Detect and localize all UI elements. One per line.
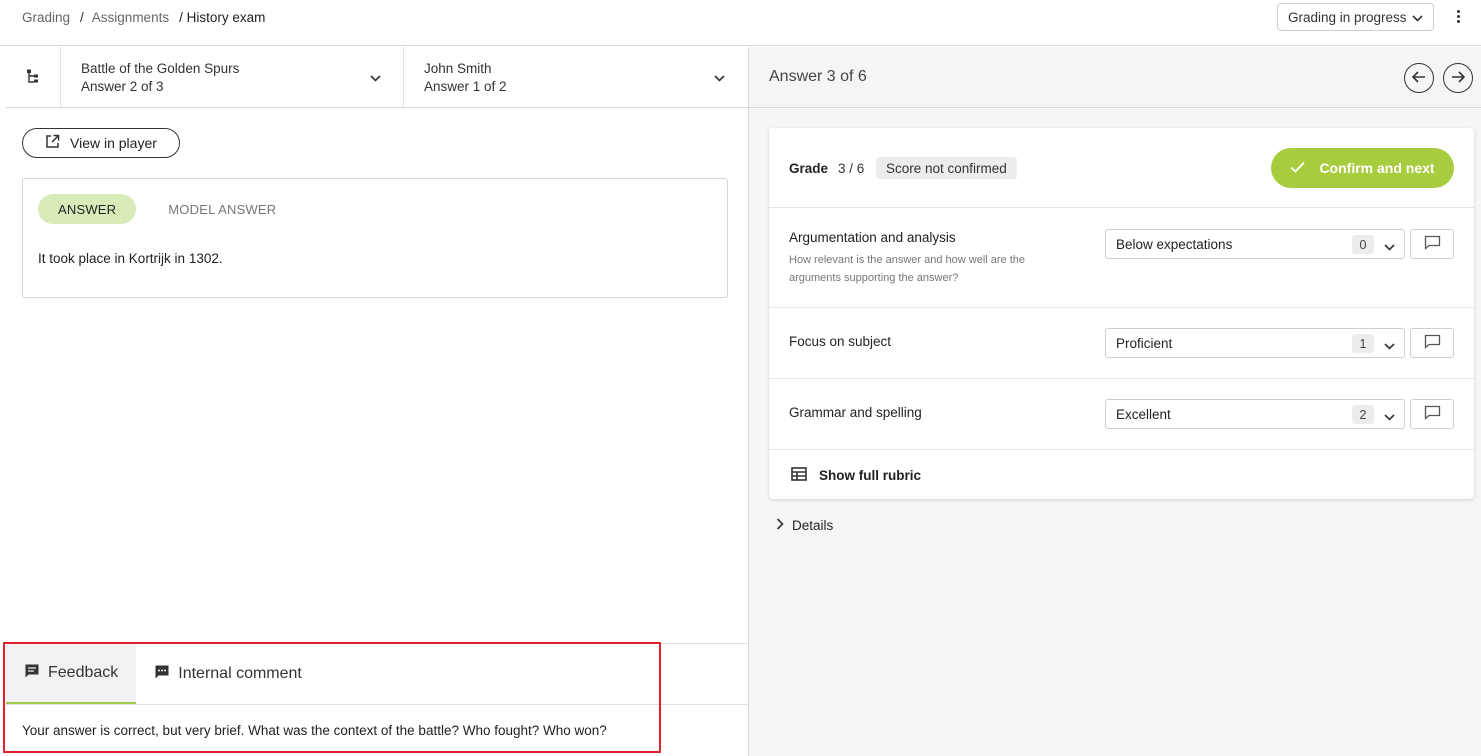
criterion-comment-button[interactable] [1410, 229, 1454, 259]
question-select[interactable]: Battle of the Golden Spurs Answer 2 of 3 [81, 47, 404, 107]
grade-card: Grade 3 / 6 Score not confirmed Confirm … [769, 128, 1474, 499]
comment-bubble-icon [1424, 235, 1441, 253]
comment-bubble-icon [1424, 405, 1441, 423]
confirm-and-next-button[interactable]: Confirm and next [1271, 148, 1454, 188]
chevron-down-icon [1384, 338, 1395, 353]
details-toggle[interactable]: Details [776, 518, 833, 533]
feedback-panel: Feedback Internal comment Your answer is… [6, 643, 748, 756]
view-in-player-label: View in player [70, 135, 157, 151]
tab-model-answer[interactable]: MODEL ANSWER [148, 194, 296, 224]
answer-card: ANSWER MODEL ANSWER It took place in Kor… [22, 178, 728, 298]
tree-structure-icon [25, 68, 41, 87]
chevron-down-icon [370, 69, 381, 87]
student-select[interactable]: John Smith Answer 1 of 2 [424, 47, 747, 107]
breadcrumb-current: / History exam [179, 10, 266, 25]
grading-status-select[interactable]: Grading in progress [1277, 3, 1434, 31]
level-value: Excellent [1116, 406, 1171, 422]
tab-feedback[interactable]: Feedback [6, 644, 137, 704]
points-badge: 2 [1352, 405, 1374, 424]
answer-header: Answer 3 of 6 [749, 47, 1481, 108]
view-in-player-button[interactable]: View in player [22, 128, 180, 158]
tab-answer[interactable]: ANSWER [38, 194, 137, 224]
answer-tabs: ANSWER MODEL ANSWER [38, 194, 296, 224]
level-select[interactable]: Excellent 2 [1105, 399, 1405, 429]
feedback-tabs: Feedback Internal comment [6, 644, 748, 705]
more-options-icon[interactable] [1450, 6, 1466, 26]
criterion-title: Focus on subject [789, 334, 892, 349]
grade-header: Grade 3 / 6 Score not confirmed Confirm … [769, 128, 1474, 208]
breadcrumb-grading[interactable]: Grading [22, 10, 70, 25]
top-bar: Grading / Assignments / History exam Gra… [0, 0, 1481, 46]
student-answer-text: It took place in Kortrijk in 1302. [38, 251, 223, 266]
question-title: Battle of the Golden Spurs [81, 61, 240, 76]
student-name: John Smith [424, 61, 492, 76]
level-select[interactable]: Below expectations 0 [1105, 229, 1405, 259]
arrow-right-icon [1451, 70, 1466, 86]
level-value: Proficient [1116, 335, 1173, 351]
student-answer-index: Answer 1 of 2 [424, 79, 507, 94]
tab-feedback-label: Feedback [48, 664, 119, 681]
criterion-comment-button[interactable] [1410, 399, 1454, 429]
criterion-comment-button[interactable] [1410, 328, 1454, 358]
comment-icon [24, 663, 40, 684]
previous-answer-button[interactable] [1404, 63, 1434, 93]
level-value: Below expectations [1116, 236, 1233, 252]
criterion-title: Grammar and spelling [789, 405, 922, 420]
level-select[interactable]: Proficient 1 [1105, 328, 1405, 358]
tree-view-button[interactable] [6, 47, 61, 107]
external-link-icon [45, 134, 60, 152]
feedback-text[interactable]: Your answer is correct, but very brief. … [22, 723, 607, 738]
show-full-rubric-button[interactable]: Show full rubric [791, 467, 921, 484]
breadcrumb: Grading / Assignments / History exam [22, 10, 265, 25]
grade-score: 3 / 6 [838, 161, 865, 176]
criterion-description: How relevant is the answer and how well … [789, 254, 1026, 284]
breadcrumb-separator: / [80, 10, 84, 25]
chevron-down-icon [1384, 409, 1395, 424]
rubric-criterion-row: Argumentation and analysis How relevant … [769, 208, 1474, 308]
next-answer-button[interactable] [1443, 63, 1473, 93]
grading-status-value: Grading in progress [1288, 9, 1407, 25]
rubric-criterion-row: Focus on subject Proficient 1 [769, 308, 1474, 379]
tab-internal-comment[interactable]: Internal comment [136, 644, 320, 704]
answer-count: Answer 3 of 6 [769, 68, 867, 85]
confirm-and-next-label: Confirm and next [1319, 160, 1435, 176]
grading-pane: Answer 3 of 6 Grade 3 / 6 Score not conf… [749, 47, 1481, 756]
arrow-left-icon [1411, 70, 1426, 86]
points-badge: 0 [1352, 235, 1374, 254]
table-icon [791, 467, 807, 484]
question-answer-index: Answer 2 of 3 [81, 79, 164, 94]
chat-icon [154, 664, 170, 685]
answer-pane: Battle of the Golden Spurs Answer 2 of 3… [6, 47, 749, 756]
comment-bubble-icon [1424, 334, 1441, 352]
chevron-down-icon [714, 69, 725, 87]
points-badge: 1 [1352, 334, 1374, 353]
chevron-down-icon [1384, 239, 1395, 254]
breadcrumb-assignments[interactable]: Assignments [92, 10, 169, 25]
answer-navigator: Battle of the Golden Spurs Answer 2 of 3… [6, 47, 748, 108]
score-status-badge: Score not confirmed [876, 157, 1017, 179]
criterion-title: Argumentation and analysis [789, 230, 956, 245]
chevron-right-icon [776, 518, 784, 533]
details-label: Details [792, 518, 834, 533]
rubric-criterion-row: Grammar and spelling Excellent 2 [769, 379, 1474, 450]
tab-internal-comment-label: Internal comment [178, 665, 302, 682]
grade-label: Grade [789, 161, 829, 176]
check-icon [1290, 160, 1306, 176]
chevron-down-icon [1412, 10, 1423, 25]
show-full-rubric-label: Show full rubric [819, 468, 922, 483]
